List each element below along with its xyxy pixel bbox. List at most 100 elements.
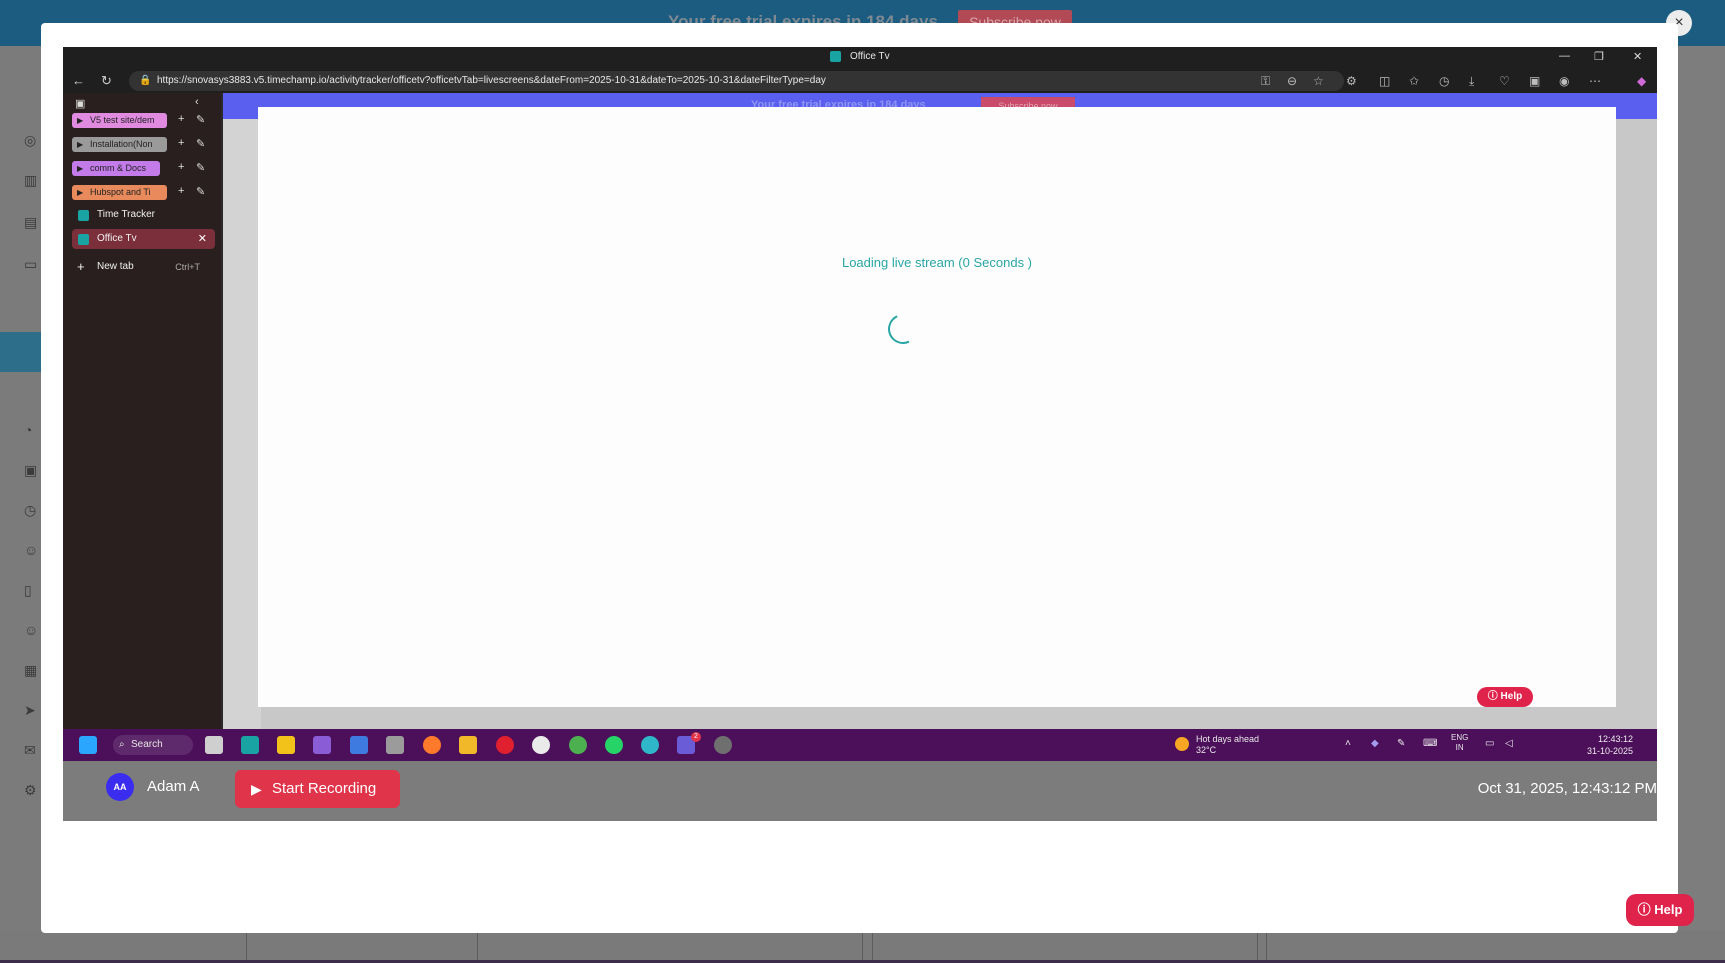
wallet-icon[interactable]: ♡ [1499, 74, 1510, 88]
sidebar-active-item[interactable] [0, 332, 44, 372]
chat-icon[interactable] [532, 736, 550, 754]
sticky-notes-icon[interactable] [277, 736, 295, 754]
timechamp-icon [830, 51, 841, 62]
database-icon[interactable] [386, 736, 404, 754]
expand-icon: ▶ [77, 188, 84, 197]
volume-icon[interactable]: ◁ [1505, 738, 1513, 749]
loading-spinner-icon [883, 309, 923, 349]
favorites-icon[interactable]: ✩ [1409, 74, 1419, 88]
tab-group-3[interactable]: ▶ comm & Docs [72, 161, 160, 176]
edge-icon[interactable] [641, 736, 659, 754]
back-icon[interactable]: ← [72, 73, 85, 88]
expand-icon: ▶ [77, 164, 84, 173]
tab-group-2[interactable]: ▶ Installation(Non [72, 137, 167, 152]
teams-badge: 2 [691, 732, 701, 742]
help-circle-icon: ⓘ [1487, 691, 1501, 702]
new-tab-button[interactable]: + New tab Ctrl+T [72, 257, 215, 277]
taskbar-time: 12:43:12 [1598, 734, 1634, 744]
screen-timestamp: Oct 31, 2025, 12:43:12 PM [1477, 780, 1657, 797]
language-indicator[interactable]: ENG IN [1451, 733, 1468, 753]
edit-icon[interactable]: ✎ [196, 161, 205, 174]
network-icon[interactable]: ▭ [1485, 738, 1494, 749]
obs-icon[interactable] [714, 736, 732, 754]
weather-icon[interactable] [1175, 737, 1189, 751]
weather-widget[interactable]: Hot days ahead 32°C [1196, 734, 1259, 756]
close-icon[interactable]: ✕ [1633, 50, 1642, 63]
taskbar-clock[interactable]: 12:43:12 31-10-2025 [1587, 733, 1633, 757]
add-tab-icon[interactable]: + [178, 161, 184, 173]
tab-office-tv[interactable]: Office Tv ✕ [72, 229, 215, 249]
help-button[interactable]: ⓘ Help [1626, 894, 1694, 926]
start-recording-button[interactable]: ▶ Start Recording [235, 770, 400, 808]
chevron-up-icon[interactable]: ˄ [1345, 738, 1351, 749]
edit-icon[interactable]: ✎ [196, 113, 205, 126]
star-icon[interactable]: ☆ [1313, 74, 1324, 88]
timechamp-icon [78, 210, 89, 221]
live-screenshot: Office Tv — ❐ ✕ ← ↻ 🔒 https://snovasys38… [63, 47, 1657, 821]
address-bar[interactable]: 🔒 https://snovasys3883.v5.timechamp.io/a… [129, 71, 1344, 91]
user-name: Adam A [147, 778, 200, 795]
opera-icon[interactable] [496, 736, 514, 754]
file-explorer-icon[interactable] [459, 736, 477, 754]
avatar: AA [106, 773, 134, 801]
expand-icon: ▶ [77, 116, 84, 125]
search-icon: ⌕ [119, 739, 125, 750]
screenshot-icon[interactable]: ▣ [1529, 74, 1540, 88]
chrome-icon[interactable] [569, 736, 587, 754]
edit-icon[interactable]: ✎ [196, 137, 205, 150]
url-text: https://snovasys3883.v5.timechamp.io/act… [157, 75, 826, 86]
visual-studio-icon[interactable] [313, 736, 331, 754]
keyboard-icon[interactable]: ⌨ [1423, 738, 1437, 749]
weather-temp: 32°C [1196, 745, 1217, 755]
collapse-tabs-icon[interactable]: ‹ [195, 96, 199, 108]
download-icon[interactable]: ⤓ [1469, 74, 1474, 89]
minimize-icon[interactable]: — [1559, 50, 1570, 62]
add-tab-icon[interactable]: + [178, 113, 184, 125]
inner-help-label: Help [1500, 691, 1523, 702]
split-icon[interactable]: ◫ [1379, 74, 1390, 88]
tab-group-label: V5 test site/dem [90, 115, 155, 125]
start-recording-label: Start Recording [272, 780, 377, 797]
plus-icon: + [77, 259, 85, 274]
windows-start-icon[interactable] [79, 736, 97, 754]
edit-icon[interactable]: ✎ [196, 185, 205, 198]
teams-tray-icon[interactable]: ◆ [1371, 738, 1379, 749]
extensions-icon[interactable]: ⚙ [1346, 74, 1357, 88]
add-tab-icon[interactable]: + [178, 137, 184, 149]
more-icon[interactable]: ⋯ [1589, 74, 1601, 88]
add-tab-icon[interactable]: + [178, 185, 184, 197]
timechamp-icon [78, 234, 89, 245]
tab-actions-icon[interactable]: ▣ [75, 97, 85, 110]
profile-icon[interactable]: ◉ [1559, 74, 1569, 88]
refresh-icon[interactable]: ↻ [101, 73, 112, 89]
restore-icon[interactable]: ❐ [1594, 50, 1604, 63]
region-code: IN [1455, 743, 1464, 752]
tab-group-4[interactable]: ▶ Hubspot and Ti [72, 185, 167, 200]
whatsapp-icon[interactable] [605, 736, 623, 754]
key-icon[interactable]: ⚿ [1261, 74, 1270, 89]
postman-icon[interactable] [423, 736, 441, 754]
task-view-icon[interactable] [205, 736, 223, 754]
tab-group-1[interactable]: ▶ V5 test site/dem [72, 113, 167, 128]
close-tab-icon[interactable]: ✕ [198, 229, 207, 249]
vertical-tabs-panel: ▣ ‹ ▶ V5 test site/dem + ✎ ▶ Installatio… [63, 93, 221, 729]
browser-titlebar: Office Tv — ❐ ✕ [63, 47, 1657, 69]
play-icon: ▶ [251, 781, 262, 797]
new-tab-shortcut: Ctrl+T [175, 262, 200, 272]
zoom-icon[interactable]: ⊖ [1287, 74, 1297, 88]
azure-icon[interactable] [350, 736, 368, 754]
help-circle-icon: ⓘ [1637, 902, 1655, 917]
tab-time-tracker[interactable]: Time Tracker [72, 205, 215, 225]
inner-help-button[interactable]: ⓘ Help [1477, 687, 1533, 707]
timechamp-app-icon[interactable] [241, 736, 259, 754]
tab-label: Office Tv [97, 233, 137, 244]
help-label: Help [1654, 902, 1683, 917]
taskbar-search[interactable]: ⌕ Search [113, 735, 193, 755]
pen-icon[interactable]: ✎ [1397, 738, 1405, 749]
copilot-icon[interactable]: ◆ [1637, 74, 1646, 88]
language-code: ENG [1451, 733, 1469, 742]
windows-taskbar: ⌕ Search 2 Hot days ahead 32°C ˄ ◆ ✎ ⌨ E… [63, 729, 1657, 761]
tab-group-label: Installation(Non [90, 139, 153, 149]
background-table-footer [0, 930, 1725, 963]
history-icon[interactable]: ◷ [1439, 74, 1449, 88]
